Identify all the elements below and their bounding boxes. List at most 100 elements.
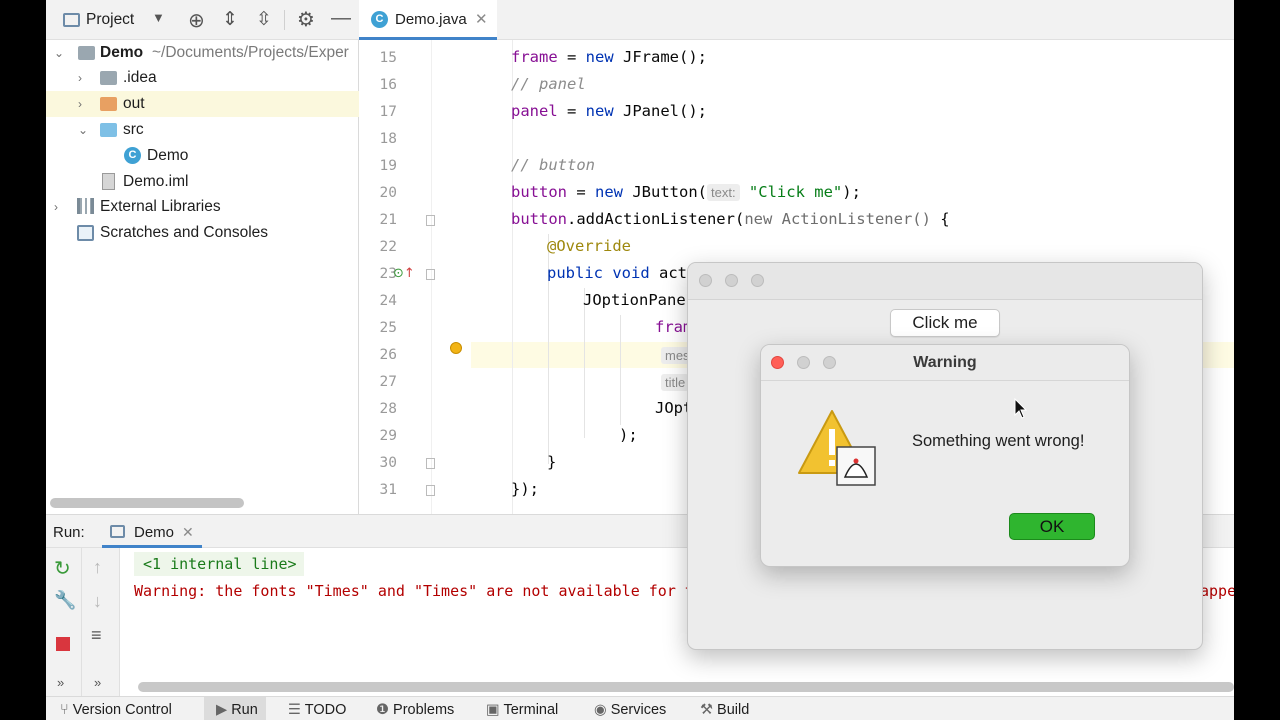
close-window-icon[interactable]: [699, 274, 712, 287]
ok-button[interactable]: OK: [1009, 513, 1095, 540]
line-number: 25: [379, 320, 397, 336]
code-token: JPanel();: [613, 102, 707, 120]
fold-marker-icon[interactable]: [426, 269, 435, 280]
more-icon[interactable]: »: [94, 675, 101, 690]
library-icon: [77, 198, 94, 214]
code-token: );: [842, 183, 861, 201]
code-token: =: [557, 48, 586, 66]
code-token: public void: [547, 264, 650, 282]
tree-item-demo-class[interactable]: C Demo: [46, 143, 359, 169]
close-icon[interactable]: ✕: [475, 10, 488, 28]
run-button[interactable]: ▶ Run: [204, 697, 266, 720]
code-token: =: [567, 183, 595, 201]
problems-button[interactable]: ❶ Problems: [376, 697, 454, 720]
console-line-warning: Warning: the fonts "Times" and "Times" a…: [134, 582, 694, 600]
rerun-icon[interactable]: ↻: [54, 556, 71, 581]
wrench-icon[interactable]: 🔧: [54, 590, 76, 611]
chevron-down-icon[interactable]: ⌄: [78, 117, 90, 143]
java-class-icon: C: [371, 11, 388, 28]
warning-icon: [798, 410, 876, 486]
run-toolbar: ↻ 🔧 »: [46, 548, 82, 696]
code-token: JFrame();: [613, 48, 707, 66]
folder-icon: [100, 71, 117, 85]
code-token: new ActionListener(): [744, 210, 931, 228]
branch-icon: ⑂: [60, 702, 69, 718]
horizontal-scrollbar[interactable]: [138, 682, 1234, 692]
chevron-right-icon[interactable]: ›: [54, 194, 66, 220]
code-line-16: // panel: [511, 75, 586, 93]
close-icon[interactable]: ✕: [182, 524, 194, 541]
code-line-17: panel = new JPanel();: [511, 102, 707, 120]
click-me-button[interactable]: Click me: [890, 309, 1000, 337]
todo-button[interactable]: ☰ TODO: [288, 697, 346, 720]
project-view-icon[interactable]: [63, 13, 80, 27]
run-tab-demo[interactable]: Demo ✕: [102, 515, 202, 548]
project-panel-title[interactable]: Project: [86, 11, 134, 29]
minimize-window-icon[interactable]: [725, 274, 738, 287]
tab-demo-java[interactable]: C Demo.java ✕: [359, 0, 497, 40]
code-line-31: });: [511, 480, 539, 498]
horizontal-scrollbar[interactable]: [50, 498, 244, 508]
code-token: {: [930, 210, 950, 228]
code-token: .addActionListener(: [567, 210, 745, 228]
tree-item-label: External Libraries: [100, 198, 221, 215]
override-method-icon[interactable]: ⊙↑: [393, 266, 415, 281]
chevron-right-icon[interactable]: ›: [78, 65, 90, 91]
project-panel-header: Project ▼ ⊕ ⇕ ⇳ ⚙ —: [46, 0, 359, 40]
stop-icon[interactable]: [56, 637, 70, 651]
hammer-icon: ⚒: [700, 702, 713, 718]
code-token: =: [557, 102, 586, 120]
code-token: frame: [511, 48, 558, 66]
line-number: 28: [379, 401, 397, 417]
tree-item-label: Scratches and Consoles: [100, 224, 269, 241]
more-icon[interactable]: »: [57, 675, 64, 690]
tree-item-scratches[interactable]: Scratches and Consoles: [46, 220, 359, 246]
toolbar-label: Version Control: [72, 702, 172, 718]
build-button[interactable]: ⚒ Build: [700, 697, 749, 720]
hide-panel-icon[interactable]: —: [331, 7, 351, 30]
tree-item-path: ~/Documents/Projects/Exper: [152, 44, 349, 61]
gear-icon[interactable]: ⚙: [297, 7, 315, 32]
folder-icon: [100, 97, 117, 111]
tree-item-demo-iml[interactable]: Demo.iml: [46, 169, 359, 195]
code-token: button: [511, 183, 567, 201]
tree-item-label: src: [123, 121, 144, 138]
zoom-window-icon[interactable]: [751, 274, 764, 287]
expand-all-icon[interactable]: ⇕: [222, 8, 238, 31]
tree-item-external-libraries[interactable]: › External Libraries: [46, 194, 359, 220]
chevron-down-icon[interactable]: ⌄: [54, 40, 66, 66]
line-number: 21: [379, 212, 397, 228]
code-token: "Click me": [748, 183, 843, 201]
tree-item-src[interactable]: ⌄ src: [46, 117, 359, 143]
collapse-all-icon[interactable]: ⇳: [256, 8, 272, 31]
locate-icon[interactable]: ⊕: [188, 8, 205, 33]
line-number: 19: [379, 158, 397, 174]
tree-item-idea[interactable]: › .idea: [46, 65, 359, 91]
arrow-up-icon[interactable]: ↑: [93, 557, 102, 578]
version-control-button[interactable]: ⑂ Version Control: [60, 697, 172, 720]
fold-marker-icon[interactable]: [426, 215, 435, 226]
services-button[interactable]: ◉ Services: [594, 697, 666, 720]
chevron-right-icon[interactable]: ›: [78, 91, 90, 117]
console-line-folded[interactable]: <1 internal line>: [143, 555, 297, 573]
toolbar-label: Terminal: [503, 702, 559, 718]
tool-window-bar: ⑂ Version Control ▶ Run ☰ TODO ❶ Problem…: [46, 696, 1234, 720]
indent-guide: [584, 288, 585, 438]
lightbulb-icon[interactable]: [450, 342, 462, 354]
terminal-button[interactable]: ▣ Terminal: [486, 697, 558, 720]
fold-marker-icon[interactable]: [426, 485, 435, 496]
soft-wrap-icon[interactable]: ≡: [91, 625, 102, 646]
line-number: 18: [379, 131, 397, 147]
chevron-down-icon[interactable]: ▼: [152, 10, 165, 25]
code-line-24: JOptionPane.: [583, 291, 695, 309]
parameter-hint: text:: [707, 184, 740, 201]
line-number: 22: [379, 239, 397, 255]
tree-item-demo[interactable]: ⌄ Demo ~/Documents/Projects/Exper: [46, 40, 359, 66]
tree-item-out[interactable]: › out: [46, 91, 359, 117]
code-line-21: button.addActionListener(new ActionListe…: [511, 210, 950, 228]
toolbar-label: Run: [231, 702, 258, 718]
divider: [284, 10, 285, 30]
fold-marker-icon[interactable]: [426, 458, 435, 469]
code-token: JButton(: [623, 183, 707, 201]
arrow-down-icon[interactable]: ↓: [93, 591, 102, 612]
